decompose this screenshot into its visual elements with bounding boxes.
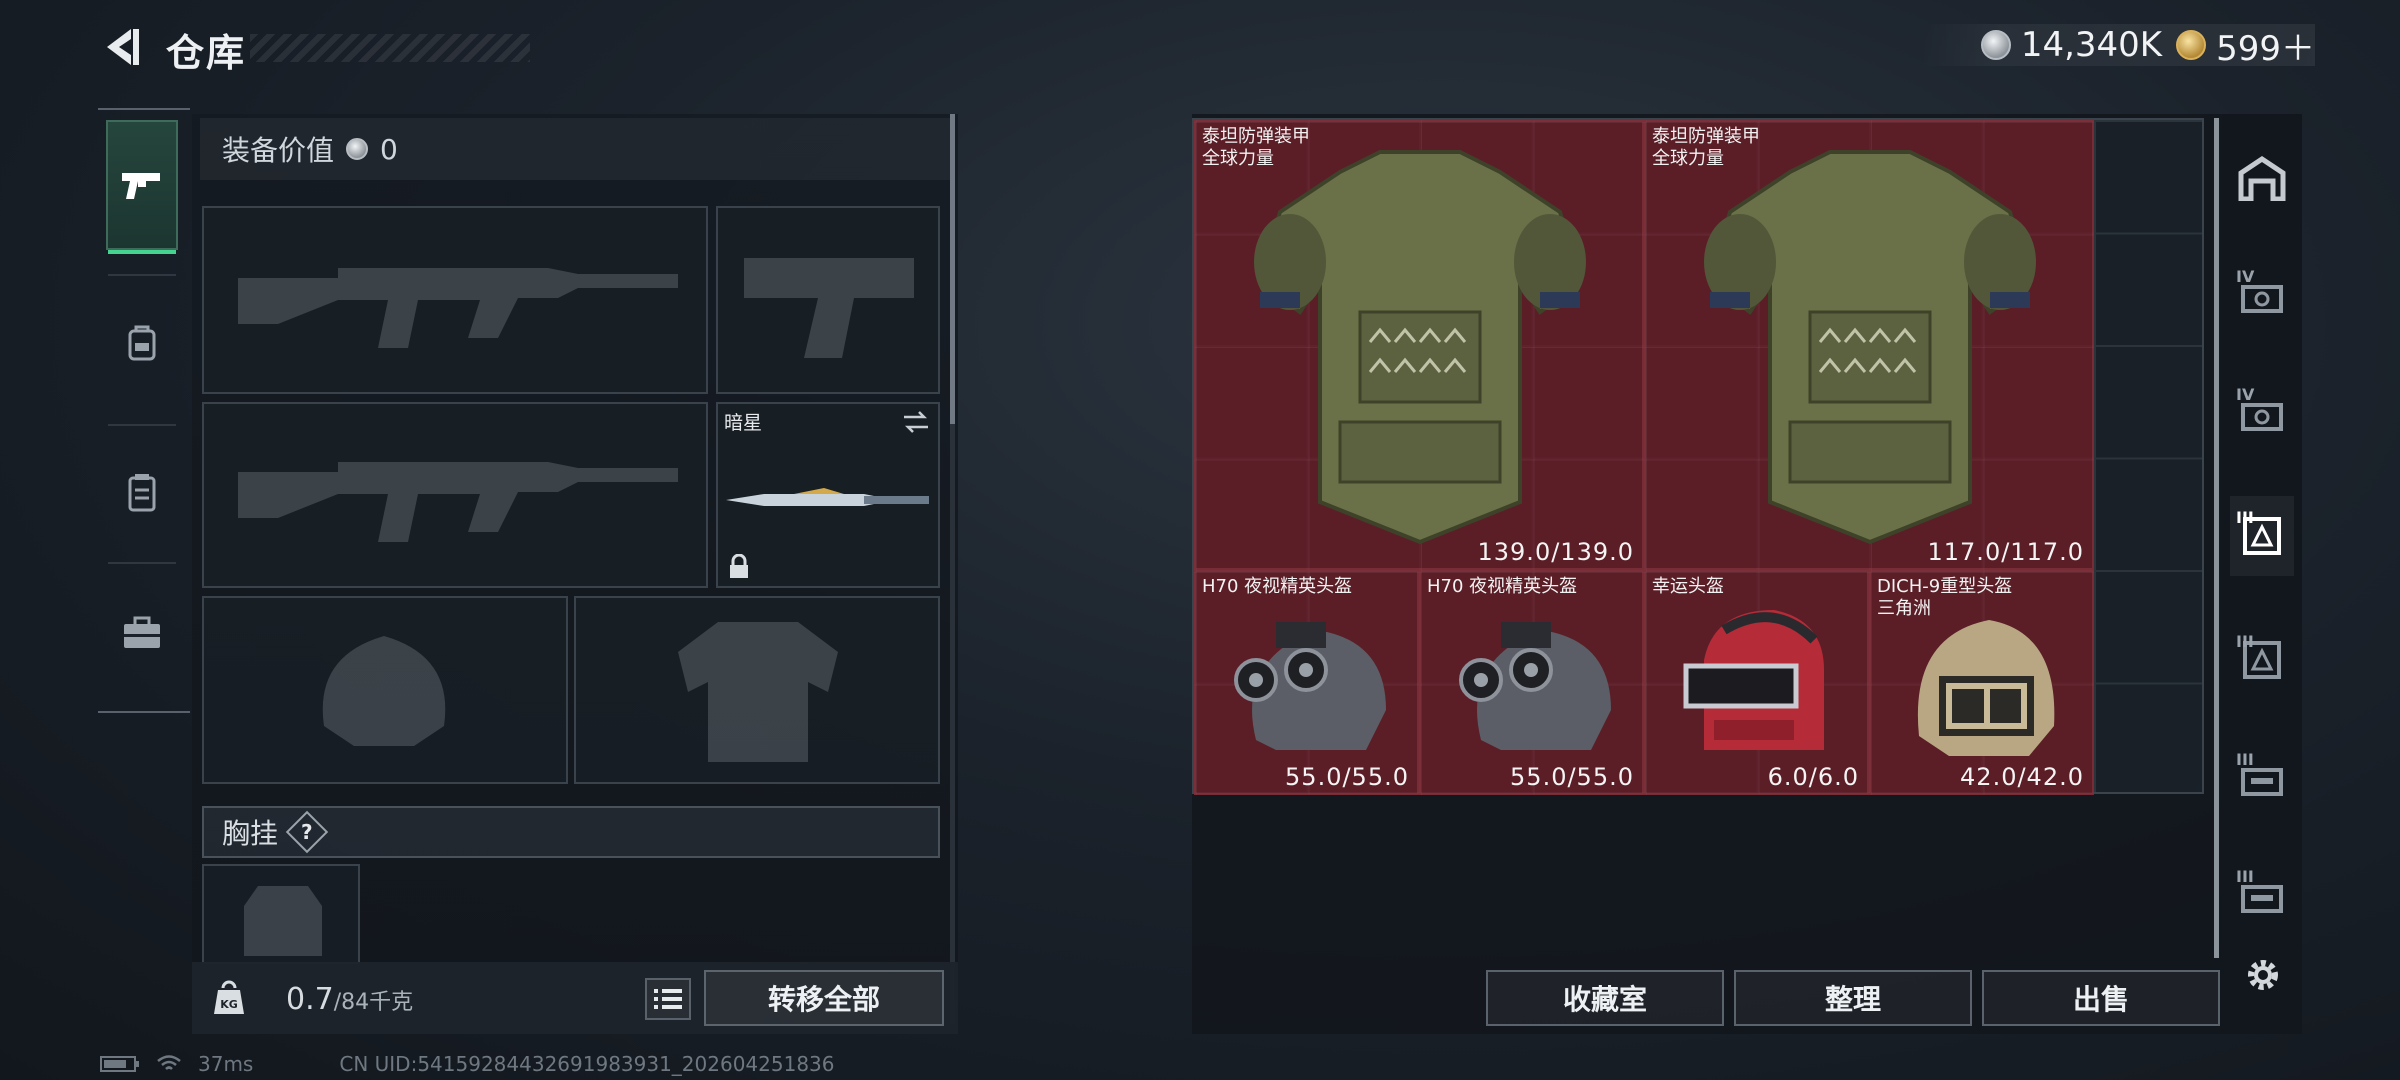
rail-divider <box>98 711 190 713</box>
nvg-helmet-image <box>1234 622 1386 750</box>
warehouse-tab-1[interactable]: IV <box>2230 255 2294 335</box>
heavy-helmet-image <box>1917 620 2055 756</box>
warehouse-grid: 泰坦防弹装甲 全球力量 139.0/139.0 泰坦防弹装甲 全球力量 117.… <box>1192 118 2204 795</box>
helmet-slot[interactable] <box>202 596 568 784</box>
silver-currency-value: 14,340K <box>2020 25 2163 65</box>
item-durability: 42.0/42.0 <box>1960 763 2084 791</box>
chest-rig-icon <box>128 474 156 512</box>
primary-weapon-slot-1[interactable] <box>202 206 708 394</box>
warehouse-tab-5[interactable]: III <box>2230 738 2294 818</box>
armor-silhouette-icon <box>678 622 838 762</box>
lock-icon <box>730 554 748 578</box>
gold-currency[interactable]: 599＋ <box>2176 21 2315 70</box>
warehouse-tab-all[interactable] <box>2230 138 2294 218</box>
settings-button[interactable] <box>2238 950 2288 1000</box>
item-name: 幸运头盔 <box>1652 576 1724 597</box>
warehouse-tab-2[interactable]: IV <box>2230 373 2294 453</box>
nvg-helmet-image <box>1459 622 1611 750</box>
ping-value: 37ms <box>198 1052 254 1076</box>
collection-room-button[interactable]: 收藏室 <box>1486 970 1724 1026</box>
weight-icon: KG <box>205 974 253 1022</box>
warehouse-tab-3[interactable]: III <box>2230 496 2294 576</box>
briefcase-icon <box>124 616 160 648</box>
pistol-icon <box>122 173 160 199</box>
user-uid: CN UID:54159284432691983931_202604251836 <box>339 1052 835 1076</box>
helmet-silhouette-icon <box>322 636 446 746</box>
chest-rig-label: 胸挂 <box>222 817 279 850</box>
battery-icon <box>100 1056 139 1072</box>
gold-coin-icon <box>2176 30 2207 60</box>
warehouse-item-helmet-3[interactable]: 幸运头盔 6.0/6.0 <box>1644 570 1869 795</box>
equipment-scroll-thumb[interactable] <box>950 114 955 424</box>
category-backpack[interactable] <box>106 278 178 408</box>
wifi-icon <box>157 1055 181 1070</box>
warehouse-scroll-thumb[interactable] <box>2214 118 2219 958</box>
armor-slot[interactable] <box>574 596 940 784</box>
category-chest-rig[interactable] <box>106 428 178 558</box>
help-icon[interactable]: ? <box>285 810 329 854</box>
melee-slot[interactable]: 暗星 <box>716 402 940 588</box>
rail-separator <box>108 274 176 276</box>
item-durability: 6.0/6.0 <box>1767 763 1859 791</box>
transfer-all-button[interactable]: 转移全部 <box>704 970 944 1026</box>
sell-button[interactable]: 出售 <box>1982 970 2220 1026</box>
weight-readout: 0.7/84千克 <box>286 982 413 1017</box>
item-name: H70 夜视精英头盔 <box>1202 576 1353 597</box>
equipment-value: 0 <box>380 132 398 166</box>
primary-weapon-slot-2[interactable] <box>202 402 708 588</box>
category-weapons[interactable] <box>106 120 178 254</box>
back-arrow-icon <box>107 29 139 65</box>
warehouse-item-helmet-1[interactable]: H70 夜视精英头盔 55.0/55.0 <box>1194 570 1419 795</box>
category-case[interactable] <box>106 568 178 698</box>
rail-separator <box>108 562 176 564</box>
warehouse-item-helmet-2[interactable]: H70 夜视精英头盔 55.0/55.0 <box>1419 570 1644 795</box>
silver-coin-icon <box>346 138 369 160</box>
svg-text:KG: KG <box>220 998 238 1011</box>
gear-icon <box>2248 960 2278 990</box>
backpack-icon <box>128 325 156 361</box>
organize-button[interactable]: 整理 <box>1734 970 1972 1026</box>
swap-icon[interactable] <box>902 410 930 434</box>
currency-bar: 14,340K 599＋ <box>1920 24 2315 69</box>
weight-value: 0.7 <box>286 982 334 1017</box>
item-durability: 55.0/55.0 <box>1510 763 1634 791</box>
chest-rig-slot[interactable] <box>202 864 360 964</box>
chest-rig-section: 胸挂 ? <box>202 806 940 858</box>
armor-vest-image <box>1254 150 1586 545</box>
chest-rig-silhouette-icon <box>244 886 322 956</box>
rail-separator <box>108 424 176 426</box>
warehouse-item-armor-1[interactable]: 泰坦防弹装甲 全球力量 139.0/139.0 <box>1194 120 1644 570</box>
pistol-slot[interactable] <box>716 206 940 394</box>
status-bar: 37ms CN UID:54159284432691983931_2026042… <box>100 1052 835 1076</box>
category-rail <box>98 108 190 713</box>
equipment-value-header: 装备价值 0 <box>200 118 950 180</box>
armor-vest-image <box>1704 150 2036 545</box>
back-button[interactable] <box>96 22 146 72</box>
warehouse-tab-4[interactable]: III <box>2230 620 2294 700</box>
item-durability: 139.0/139.0 <box>1477 538 1634 566</box>
knife-image <box>726 488 929 506</box>
warehouse-tab-6[interactable]: III <box>2230 855 2294 935</box>
rifle-silhouette-icon <box>238 462 678 542</box>
warehouse-icon <box>2238 155 2286 201</box>
equipment-value-label: 装备价值 <box>222 134 335 167</box>
silver-coin-icon <box>1980 30 2011 60</box>
item-durability: 55.0/55.0 <box>1285 763 1409 791</box>
pistol-silhouette-icon <box>744 258 914 358</box>
weight-capacity: /84千克 <box>333 990 414 1015</box>
melee-name: 暗星 <box>724 412 763 434</box>
item-name: H70 夜视精英头盔 <box>1427 576 1578 597</box>
item-durability: 117.0/117.0 <box>1927 538 2084 566</box>
page-title: 仓库 <box>166 31 247 75</box>
rail-divider <box>98 108 190 110</box>
title-decoration <box>250 34 530 62</box>
list-view-button[interactable] <box>645 978 691 1020</box>
list-icon <box>654 989 682 1009</box>
red-helmet-image <box>1683 610 1824 750</box>
warehouse-item-helmet-4[interactable]: DICH-9重型头盔 三角洲 42.0/42.0 <box>1869 570 2094 795</box>
rifle-silhouette-icon <box>238 268 678 348</box>
warehouse-item-armor-2[interactable]: 泰坦防弹装甲 全球力量 117.0/117.0 <box>1644 120 2094 570</box>
gold-currency-value: 599＋ <box>2216 28 2315 69</box>
silver-currency[interactable]: 14,340K <box>1980 25 2163 65</box>
